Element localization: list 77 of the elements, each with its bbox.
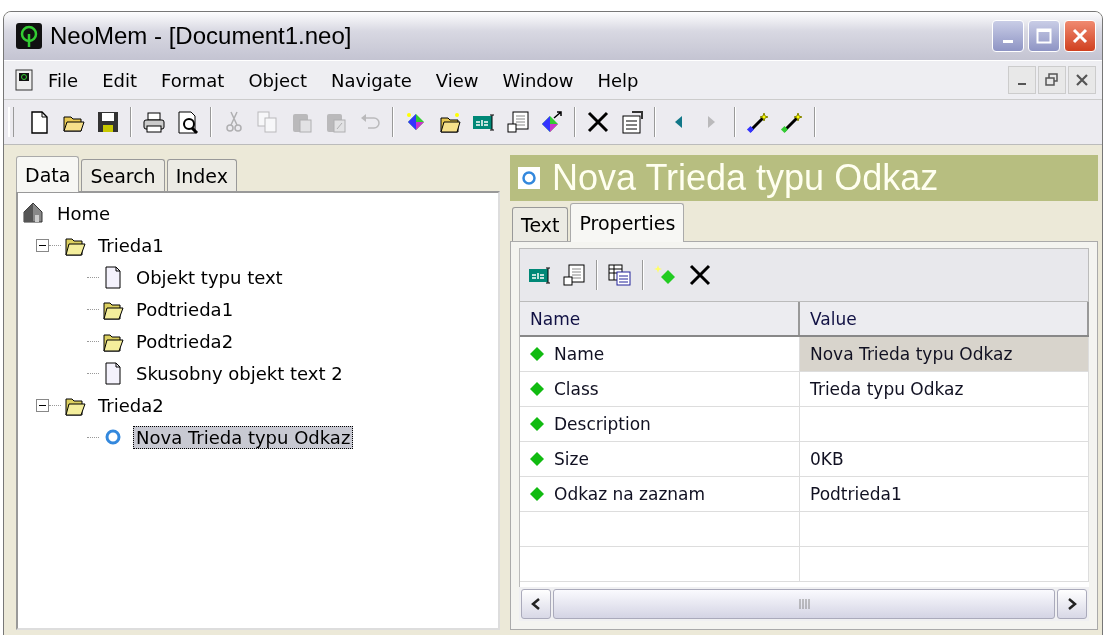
- house-icon: [22, 201, 46, 225]
- tab[interactable]: Search: [81, 159, 165, 191]
- table-cell: Nova Trieda typu Odkaz: [810, 344, 1013, 364]
- table-cell: Odkaz na zaznam: [554, 484, 706, 504]
- maximize-icon: [1036, 28, 1052, 44]
- table-cell: Size: [554, 449, 589, 469]
- minimize-icon: [1003, 39, 1013, 43]
- menu-item[interactable]: Window: [502, 69, 574, 91]
- table-cell: Trieda typu Odkaz: [810, 379, 964, 399]
- menu-item[interactable]: Format: [161, 69, 225, 91]
- right-arrow-icon: [708, 116, 716, 128]
- diamond-icon: [530, 347, 544, 361]
- scroll-right-button[interactable]: [1057, 589, 1087, 619]
- toolbar-grip[interactable]: [8, 107, 14, 137]
- menu-item[interactable]: Navigate: [331, 69, 412, 91]
- magic-wand-icon: [780, 110, 804, 134]
- expander-icon[interactable]: [36, 238, 49, 252]
- right-chevron-icon: [1066, 597, 1078, 611]
- delete-icon: [586, 110, 610, 134]
- column-header[interactable]: Value: [800, 302, 1089, 335]
- add-diamond-icon: [654, 263, 678, 287]
- tree-item[interactable]: Trieda1: [95, 233, 167, 257]
- tab[interactable]: Index: [166, 159, 237, 191]
- copy-icon: [256, 110, 280, 134]
- tree-item[interactable]: Nova Trieda typu Odkaz: [133, 425, 354, 449]
- document-lines-icon: [562, 263, 586, 287]
- menu-item[interactable]: View: [435, 69, 479, 91]
- close-button[interactable]: [1068, 66, 1096, 94]
- tree-item[interactable]: Home: [54, 201, 114, 225]
- diamond-icon: [530, 487, 544, 501]
- magic-wand-icon: [746, 110, 770, 134]
- printer-icon: [142, 110, 166, 134]
- selected-cell[interactable]: Nova Trieda typu Odkaz: [800, 337, 1089, 371]
- maximize-button[interactable]: [1028, 20, 1060, 52]
- scroll-left-button[interactable]: [521, 589, 551, 619]
- item-title: Nova Trieda typu Odkaz: [552, 157, 939, 199]
- tree-item[interactable]: Trieda2: [95, 393, 167, 417]
- save-icon: [96, 110, 120, 134]
- tree-item[interactable]: Podtrieda1: [133, 297, 237, 321]
- table-cell: Name: [554, 344, 605, 364]
- table-cell: Description: [554, 414, 651, 434]
- close-icon: [1072, 28, 1088, 44]
- left-chevron-icon: [530, 597, 542, 611]
- close-icon: [1076, 74, 1088, 86]
- folder-icon: [438, 110, 462, 134]
- diamond-icon: [530, 452, 544, 466]
- delete-icon: [688, 263, 712, 287]
- minimize-icon: [1018, 83, 1026, 85]
- tree-item[interactable]: Skusobny objekt text 2: [133, 361, 346, 385]
- tab[interactable]: Text: [512, 207, 569, 241]
- app-icon: [16, 23, 42, 49]
- window-title: NeoMem - [Document1.neo]: [50, 22, 353, 50]
- restore-icon: [1045, 73, 1059, 87]
- document-icon: [14, 69, 34, 91]
- properties-icon: [620, 110, 644, 134]
- colored-arrow-icon: [540, 110, 564, 134]
- document-lines-icon: [506, 110, 530, 134]
- tab[interactable]: Properties: [570, 203, 685, 242]
- scroll-thumb[interactable]: [553, 589, 1055, 619]
- menu-item[interactable]: Object: [248, 69, 308, 91]
- menu-item[interactable]: File: [48, 69, 79, 91]
- expander-icon[interactable]: [36, 398, 49, 412]
- tree-item[interactable]: Podtrieda2: [133, 329, 237, 353]
- tree-item[interactable]: Objekt typu text: [133, 265, 286, 289]
- table-cell: Class: [554, 379, 599, 399]
- copy-table-icon: [608, 263, 632, 287]
- print-preview-icon: [176, 110, 200, 134]
- diamond-icon: [530, 382, 544, 396]
- table-cell: 0KB: [810, 449, 844, 469]
- diamond-icon: [530, 417, 544, 431]
- menu-item[interactable]: Help: [597, 69, 639, 91]
- column-header[interactable]: Name: [520, 302, 800, 335]
- restore-button[interactable]: [1038, 66, 1066, 94]
- table-cell: Podtrieda1: [810, 484, 902, 504]
- menu-item[interactable]: Edit: [102, 69, 137, 91]
- left-arrow-icon: [674, 116, 682, 128]
- tab[interactable]: Data: [16, 156, 80, 192]
